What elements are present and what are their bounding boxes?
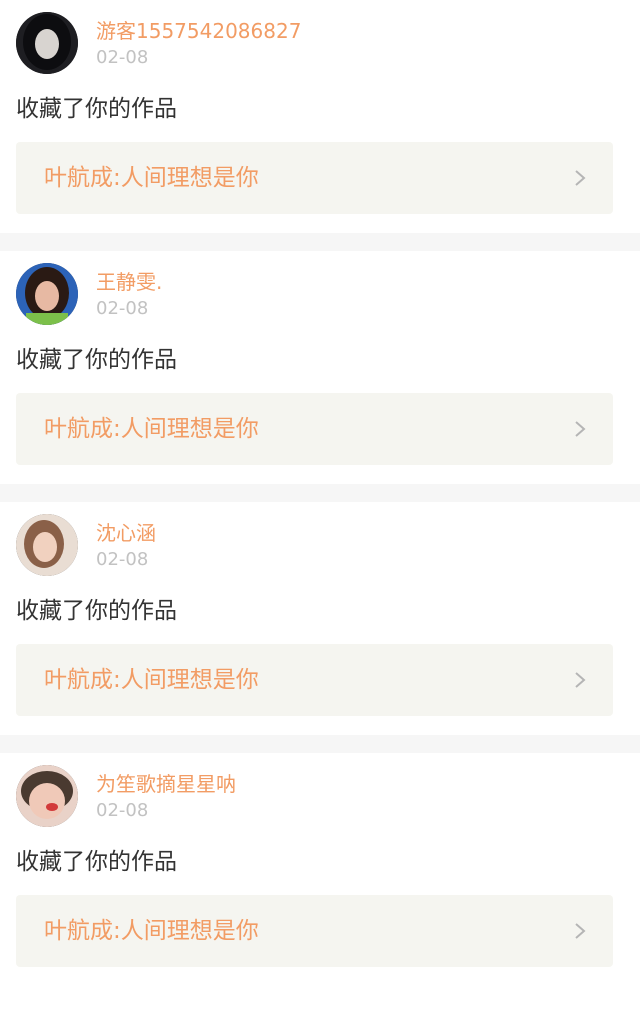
- avatar-face: [35, 281, 59, 311]
- chevron-right-icon: [575, 170, 586, 186]
- work-title: 叶航成:人间理想是你: [44, 918, 259, 944]
- work-title: 叶航成:人间理想是你: [44, 667, 259, 693]
- user-avatar[interactable]: [16, 514, 78, 576]
- user-avatar[interactable]: [16, 12, 78, 74]
- avatar-clothes: [26, 313, 68, 325]
- chevron-right-icon: [575, 421, 586, 437]
- avatar-lips: [46, 803, 58, 811]
- avatar-image: [16, 263, 78, 325]
- avatar-face: [35, 29, 59, 59]
- timestamp: 02-08: [96, 800, 149, 821]
- separator: [0, 735, 640, 753]
- timestamp: 02-08: [96, 47, 149, 68]
- work-title: 叶航成:人间理想是你: [44, 416, 259, 442]
- separator: [0, 484, 640, 502]
- username[interactable]: 王静雯.: [96, 269, 162, 295]
- work-link[interactable]: 叶航成:人间理想是你: [16, 393, 613, 465]
- username[interactable]: 沈心涵: [96, 520, 156, 546]
- chevron-right-icon: [575, 923, 586, 939]
- separator: [0, 233, 640, 251]
- chevron-right-icon: [575, 672, 586, 688]
- work-link[interactable]: 叶航成:人间理想是你: [16, 895, 613, 967]
- notification-card: 王静雯. 02-08 收藏了你的作品 叶航成:人间理想是你: [0, 251, 640, 484]
- notification-feed: 游客1557542086827 02-08 收藏了你的作品 叶航成:人间理想是你…: [0, 0, 640, 986]
- avatar-image: [16, 514, 78, 576]
- user-avatar[interactable]: [16, 263, 78, 325]
- timestamp: 02-08: [96, 549, 149, 570]
- username[interactable]: 游客1557542086827: [96, 18, 301, 44]
- work-title: 叶航成:人间理想是你: [44, 165, 259, 191]
- timestamp: 02-08: [96, 298, 149, 319]
- user-avatar[interactable]: [16, 765, 78, 827]
- notification-card: 沈心涵 02-08 收藏了你的作品 叶航成:人间理想是你: [0, 502, 640, 735]
- notification-card: 游客1557542086827 02-08 收藏了你的作品 叶航成:人间理想是你: [0, 0, 640, 233]
- username[interactable]: 为笙歌摘星星呐: [96, 771, 236, 797]
- notification-card: 为笙歌摘星星呐 02-08 收藏了你的作品 叶航成:人间理想是你: [0, 753, 640, 986]
- avatar-face: [29, 783, 65, 819]
- work-link[interactable]: 叶航成:人间理想是你: [16, 644, 613, 716]
- action-text: 收藏了你的作品: [16, 96, 177, 122]
- action-text: 收藏了你的作品: [16, 849, 177, 875]
- avatar-image: [16, 12, 78, 74]
- action-text: 收藏了你的作品: [16, 598, 177, 624]
- avatar-face: [33, 532, 57, 562]
- avatar-image: [16, 765, 78, 827]
- work-link[interactable]: 叶航成:人间理想是你: [16, 142, 613, 214]
- action-text: 收藏了你的作品: [16, 347, 177, 373]
